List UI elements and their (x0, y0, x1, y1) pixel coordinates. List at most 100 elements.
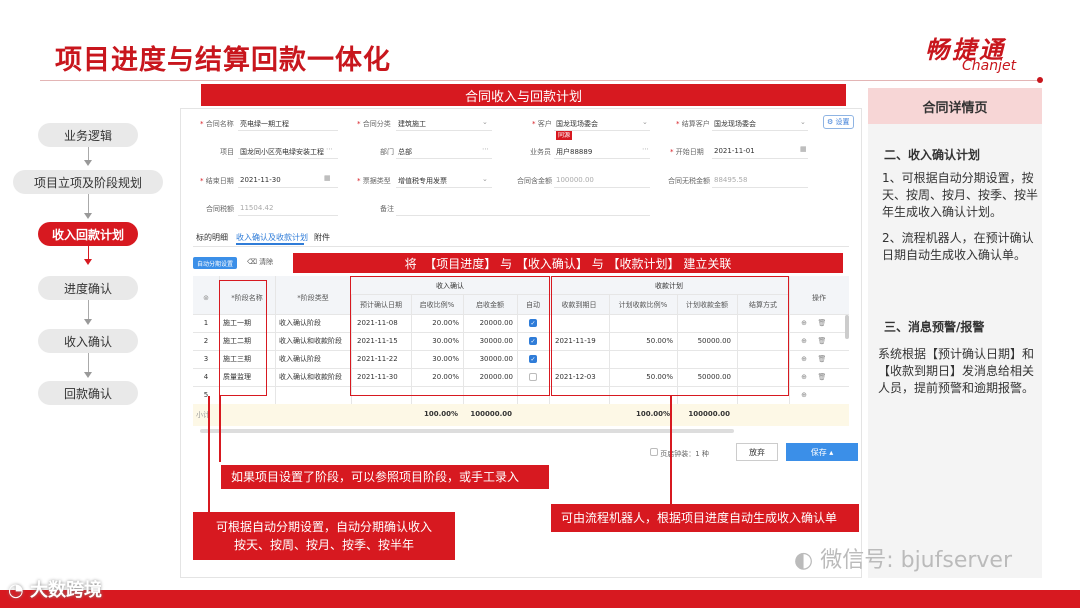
dept-value[interactable]: 总部 (398, 147, 412, 157)
customer-value[interactable]: 国龙现场委会 (556, 119, 598, 129)
chevron-down-icon[interactable]: ⌄ (482, 118, 488, 126)
stage-type-cell[interactable]: 收入确认阶段 (279, 314, 321, 332)
tab-attachments[interactable]: 附件 (314, 232, 330, 243)
more-icon[interactable]: ⋯ (642, 145, 649, 153)
contract-type-value[interactable]: 建筑施工 (398, 119, 426, 129)
start-date-value[interactable]: 2021-11-01 (714, 147, 755, 155)
section-alert-text: 系统根据【预计确认日期】和【收款到期日】发消息给相关人员，提前预警和逾期报警。 (878, 347, 1035, 395)
stage-type-cell[interactable]: 收入确认阶段 (279, 350, 321, 368)
subtotal-plan-ratio: 100.00% (635, 410, 670, 418)
contract-name-label: * 合同名称 (200, 120, 234, 128)
settings-button[interactable]: ⚙ 设置 (823, 115, 854, 129)
add-row-icon[interactable]: ⊕ (797, 350, 811, 368)
customer-label: * 客户 (532, 120, 552, 128)
row-number: 5 (203, 391, 209, 399)
row-number: 4 (203, 373, 209, 381)
flow-step-progress[interactable]: 进度确认 (38, 276, 138, 300)
customer-tag: 同源 (556, 131, 573, 140)
tab-income-plan[interactable]: 收入确认及收款计划 (236, 232, 308, 243)
horizontal-scrollbar[interactable] (200, 429, 734, 433)
tab-items[interactable]: 标的明细 (196, 232, 228, 243)
column-header: 操作 (812, 294, 826, 302)
note-connector (670, 396, 672, 504)
section-income-plan-p1: 1、可根据自动分期设置，按天、按周、按月、按季、按半年生成收入确认计划。 (882, 171, 1039, 219)
delete-icon[interactable]: 🗑 (815, 350, 829, 368)
amount-value: 100000.00 (556, 176, 594, 184)
flow-step-project-setup[interactable]: 项目立项及阶段规划 (13, 170, 163, 194)
field-underline (712, 158, 808, 159)
end-date-value[interactable]: 2021-11-30 (240, 176, 281, 184)
clear-icon: ⌫ (247, 258, 260, 266)
settle-customer-value[interactable]: 国龙现场委会 (714, 119, 756, 129)
add-row-icon[interactable]: ⊕ (797, 386, 811, 404)
save-button[interactable]: 保存 ▴ (786, 443, 858, 461)
chevron-down-icon[interactable]: ⌄ (642, 118, 648, 126)
flow-arrow-icon (84, 259, 92, 265)
amount-no-tax-label: 合同无税金额 (668, 177, 710, 185)
field-underline (396, 130, 492, 131)
vertical-scrollbar[interactable] (845, 315, 849, 339)
section-income-plan-p2: 2、流程机器人，在预计确认日期自动生成收入确认单。 (882, 231, 1034, 262)
calendar-icon[interactable]: ▦ (800, 145, 807, 153)
income-confirm-highlight (350, 276, 550, 396)
delete-icon[interactable]: 🗑 (815, 368, 829, 386)
salesman-value[interactable]: 用户88889 (556, 147, 592, 157)
tabs-divider (193, 246, 849, 247)
column-header: *阶段类型 (297, 294, 329, 302)
wechat-watermark: ◐ 微信号: bjufserver (794, 548, 1013, 573)
section-alert-title: 三、消息预警/报警 (884, 320, 985, 334)
flow-step-income-plan[interactable]: 收入回款计划 (38, 222, 138, 246)
invoice-type-label: * 票据类型 (357, 177, 391, 185)
end-date-label: * 结束日期 (200, 177, 234, 185)
flow-step-payment-confirm[interactable]: 回款确认 (38, 381, 138, 405)
invoice-type-value[interactable]: 增值税专用发票 (398, 176, 447, 186)
settings-icon[interactable]: ⊚ (193, 284, 219, 312)
section-banner: 合同收入与回款计划 (201, 84, 846, 106)
stage-type-cell[interactable]: 收入确认和收款阶段 (279, 368, 342, 386)
chevron-down-icon[interactable]: ⌄ (800, 118, 806, 126)
subtotal-plan-amount: 100000.00 (688, 410, 730, 418)
discard-button[interactable]: 放弃 (736, 443, 778, 461)
tax-value: 11504.42 (240, 204, 274, 212)
flow-connector (88, 353, 89, 373)
note-connector (219, 396, 221, 462)
flow-step-income-confirm[interactable]: 收入确认 (38, 329, 138, 353)
flow-connector (88, 147, 89, 161)
column-divider (275, 276, 276, 404)
more-icon[interactable]: ⋯ (482, 145, 489, 153)
field-underline (238, 215, 338, 216)
contract-name-value[interactable]: 亮电绿一期工程 (240, 119, 289, 129)
bottom-bar (0, 590, 1080, 608)
calendar-icon[interactable]: ▦ (324, 174, 331, 182)
logo-icon: ◔ (8, 580, 30, 601)
auto-period-button[interactable]: 自动分期设置 (193, 257, 237, 269)
note-stage-reference: 如果项目设置了阶段，可以参照项目阶段，或手工录入 (221, 465, 549, 489)
flow-arrow-icon (84, 213, 92, 219)
gear-icon: ⚙ (827, 118, 836, 126)
corner-watermark: ◔ 大数跨境 (8, 580, 102, 601)
subtotal-ratio: 100.00% (423, 410, 458, 418)
flow-connector (88, 194, 89, 214)
subtotal-row (193, 404, 849, 426)
clear-button[interactable]: ⌫ 清除 (247, 257, 273, 267)
delete-icon[interactable]: 🗑 (815, 332, 829, 350)
add-row-icon[interactable]: ⊕ (797, 368, 811, 386)
add-row-icon[interactable]: ⊕ (797, 332, 811, 350)
field-underline (712, 130, 808, 131)
field-underline (396, 158, 492, 159)
flow-connector-active (88, 246, 89, 260)
chevron-down-icon[interactable]: ⌄ (482, 175, 488, 183)
delete-icon[interactable]: 🗑 (815, 314, 829, 332)
note-robot: 可由流程机器人，根据项目进度自动生成收入确认单 (551, 504, 859, 532)
more-icon[interactable]: ⋯ (326, 145, 333, 153)
project-value[interactable]: 国龙同小区亮电绿安装工程 (240, 147, 324, 157)
remark-input[interactable] (396, 215, 650, 216)
flow-connector (88, 300, 89, 320)
flow-step-business-logic[interactable]: 业务逻辑 (38, 123, 138, 147)
add-row-icon[interactable]: ⊕ (797, 314, 811, 332)
checkbox-icon[interactable] (650, 448, 658, 456)
note-auto-period: 可根据自动分期设置，自动分期确认收入 按天、按周、按月、按季、按半年 (193, 512, 455, 560)
stage-type-cell[interactable]: 收入确认和收款阶段 (279, 332, 342, 350)
tab-active-indicator (236, 243, 304, 245)
field-underline (554, 158, 650, 159)
